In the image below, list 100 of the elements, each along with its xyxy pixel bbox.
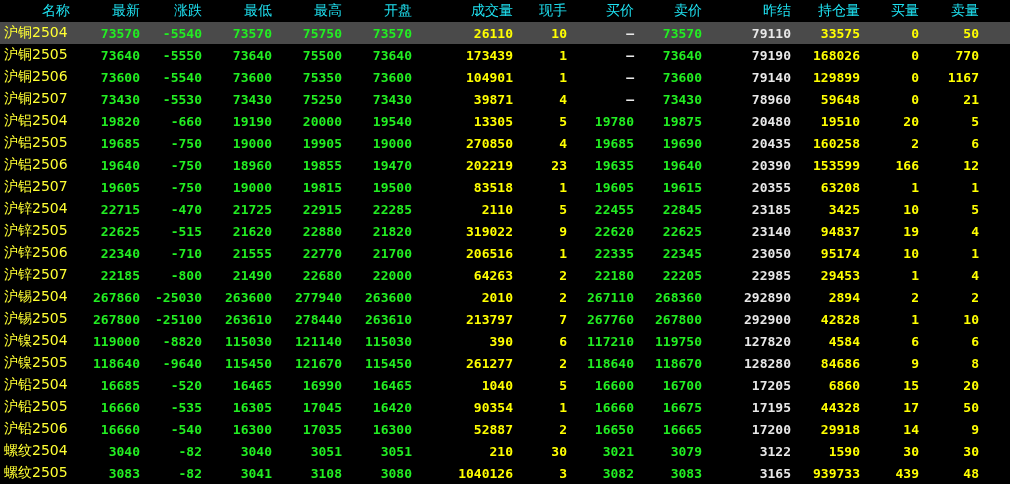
table-cell-text: 95174 (819, 245, 860, 261)
quote-row[interactable]: 沪镍2505 118640 -9640 115450 121670 115450 261277 2 118640 118670 128280 84686 9 8 (0, 352, 1010, 374)
table-cell-text: -25100 (154, 311, 202, 327)
quote-row[interactable]: 沪锌2504 22715 -470 21725 22915 22285 2110 5 22455 22845 23185 3425 10 5 (0, 198, 1010, 220)
table-cell-text: 73600 (231, 69, 272, 85)
column-header[interactable]: 成交量 (412, 2, 513, 20)
quote-row[interactable]: 沪铜2506 73600 -5540 73600 75350 73600 104901 1 — 73600 79140 129899 0 1167 (0, 66, 1010, 88)
column-header[interactable]: 最新 (70, 2, 140, 20)
table-cell-text: 19000 (231, 135, 272, 151)
table-cell-text: 21490 (231, 267, 272, 283)
table-cell-text: 22625 (99, 223, 140, 239)
contract-name: 沪铅2505 (3, 398, 69, 416)
table-cell-text: 1 (970, 245, 979, 261)
table-cell-text: 21 (962, 91, 979, 107)
quote-row[interactable]: 沪铜2504 73570 -5540 73570 75750 73570 26110 10 — 73570 79110 33575 0 50 (0, 22, 1010, 44)
table-cell-text: 79110 (750, 25, 791, 41)
quote-row[interactable]: 沪锡2505 267800 -25100 263610 278440 263610 213797 7 267760 267800 292900 42828 1 10 (0, 308, 1010, 330)
contract-name: 沪锌2507 (3, 266, 69, 284)
column-header[interactable]: 最低 (202, 2, 272, 20)
table-cell-text: 3082 (601, 465, 634, 481)
quote-row[interactable]: 沪锌2506 22340 -710 21555 22770 21700 206516 1 22335 22345 23050 95174 10 1 (0, 242, 1010, 264)
quote-row[interactable]: 沪铝2505 19685 -750 19000 19905 19000 270850 4 19685 19690 20435 160258 2 6 (0, 132, 1010, 154)
column-header[interactable]: 买价 (567, 2, 634, 20)
table-cell-text: 2 (910, 289, 919, 305)
table-cell-text: 292890 (743, 289, 791, 305)
table-cell-text: 17205 (750, 377, 791, 393)
table-cell-text: -8820 (161, 333, 202, 349)
table-cell-text: 16685 (99, 377, 140, 393)
table-cell-text: 73430 (371, 91, 412, 107)
table-cell-text: -710 (169, 245, 202, 261)
table-cell-text: 15 (902, 377, 919, 393)
table-cell-text: 153599 (812, 157, 860, 173)
table-cell-text: 0 (910, 69, 919, 85)
table-cell-text: 117210 (586, 333, 634, 349)
quote-row[interactable]: 沪镍2504 119000 -8820 115030 121140 115030 390 6 117210 119750 127820 4584 6 6 (0, 330, 1010, 352)
table-cell-text: 73640 (371, 47, 412, 63)
table-cell-text: 19 (902, 223, 919, 239)
column-header[interactable]: 昨结 (702, 2, 791, 20)
table-cell-text: 75500 (301, 47, 342, 63)
table-cell-text: 19000 (231, 179, 272, 195)
quote-row[interactable]: 沪锡2504 267860 -25030 263600 277940 263600 2010 2 267110 268360 292890 2894 2 2 (0, 286, 1010, 308)
quote-row[interactable]: 沪锌2505 22625 -515 21620 22880 21820 319022 9 22620 22625 23140 94837 19 4 (0, 220, 1010, 242)
contract-name: 螺纹2504 (3, 442, 69, 460)
table-cell-text: 173439 (465, 47, 513, 63)
quote-row[interactable]: 沪铅2504 16685 -520 16465 16990 16465 1040 5 16600 16700 17205 6860 15 20 (0, 374, 1010, 396)
table-cell-text: 939733 (812, 465, 860, 481)
quote-row[interactable]: 沪铜2507 73430 -5530 73430 75250 73430 39871 4 — 73430 78960 59648 0 21 (0, 88, 1010, 110)
quote-row[interactable]: 沪铜2505 73640 -5550 73640 75500 73640 173439 1 — 73640 79190 168026 0 770 (0, 44, 1010, 66)
table-cell-text: 22180 (593, 267, 634, 283)
column-header[interactable]: 持仓量 (791, 2, 860, 20)
table-cell-text: 22770 (301, 245, 342, 261)
table-cell-text: — (625, 69, 634, 85)
quote-row[interactable]: 沪铅2506 16660 -540 16300 17035 16300 52887 2 16650 16665 17200 29918 14 9 (0, 418, 1010, 440)
table-cell-text: 3021 (601, 443, 634, 459)
table-cell-text: 263600 (364, 289, 412, 305)
quote-row[interactable]: 螺纹2504 3040 -82 3040 3051 3051 210 30 3021 3079 3122 1590 30 30 (0, 440, 1010, 462)
table-cell-text: 63208 (819, 179, 860, 195)
table-cell-text: — (625, 47, 634, 63)
contract-name: 沪锡2504 (3, 288, 69, 306)
table-cell-text: 3080 (379, 465, 412, 481)
quote-row[interactable]: 螺纹2505 3083 -82 3041 3108 3080 1040126 3 3082 3083 3165 939733 439 48 (0, 462, 1010, 484)
table-cell-text: 17195 (750, 399, 791, 415)
column-header[interactable]: 买量 (860, 2, 919, 20)
table-cell-text: 3083 (669, 465, 702, 481)
table-cell-text: 19500 (371, 179, 412, 195)
table-cell-text: 19815 (301, 179, 342, 195)
table-cell-text: 16665 (661, 421, 702, 437)
column-header[interactable]: 卖量 (919, 2, 979, 20)
column-header[interactable]: 名称 (0, 2, 70, 20)
table-cell-text: 19190 (231, 113, 272, 129)
table-cell-text: 16675 (661, 399, 702, 415)
table-cell-text: 270850 (465, 135, 513, 151)
table-cell-text: 73600 (371, 69, 412, 85)
table-cell-text: 129899 (812, 69, 860, 85)
table-cell-text: 16420 (371, 399, 412, 415)
quote-row[interactable]: 沪铝2506 19640 -750 18960 19855 19470 202219 23 19635 19640 20390 153599 166 12 (0, 154, 1010, 176)
quote-row[interactable]: 沪铝2507 19605 -750 19000 19815 19500 83518 1 19605 19615 20355 63208 1 1 (0, 176, 1010, 198)
contract-name: 沪铜2504 (3, 24, 69, 42)
table-cell-text: 4 (970, 267, 979, 283)
table-cell-text: 64263 (472, 267, 513, 283)
table-cell-text: 2894 (827, 289, 860, 305)
quote-row[interactable]: 沪铝2504 19820 -660 19190 20000 19540 13305 5 19780 19875 20480 19510 20 5 (0, 110, 1010, 132)
table-cell-text: 770 (954, 47, 979, 63)
table-cell-text: 73600 (661, 69, 702, 85)
table-cell-text: 30 (550, 443, 567, 459)
quote-row[interactable]: 沪锌2507 22185 -800 21490 22680 22000 64263 2 22180 22205 22985 29453 1 4 (0, 264, 1010, 286)
column-header[interactable]: 卖价 (634, 2, 702, 20)
table-cell-text: 10 (962, 311, 979, 327)
table-cell-text: 4 (558, 91, 567, 107)
table-cell-text: -660 (169, 113, 202, 129)
quote-row[interactable]: 沪铅2505 16660 -535 16305 17045 16420 90354 1 16660 16675 17195 44328 17 50 (0, 396, 1010, 418)
table-cell-text: 115450 (364, 355, 412, 371)
column-header[interactable]: 最高 (272, 2, 342, 20)
column-header[interactable]: 现手 (513, 2, 567, 20)
column-header[interactable]: 开盘 (342, 2, 412, 20)
column-header[interactable]: 涨跌 (140, 2, 202, 20)
table-cell-text: 20390 (750, 157, 791, 173)
table-cell-text: 268360 (654, 289, 702, 305)
table-cell-text: 6 (558, 333, 567, 349)
table-cell-text: 22715 (99, 201, 140, 217)
